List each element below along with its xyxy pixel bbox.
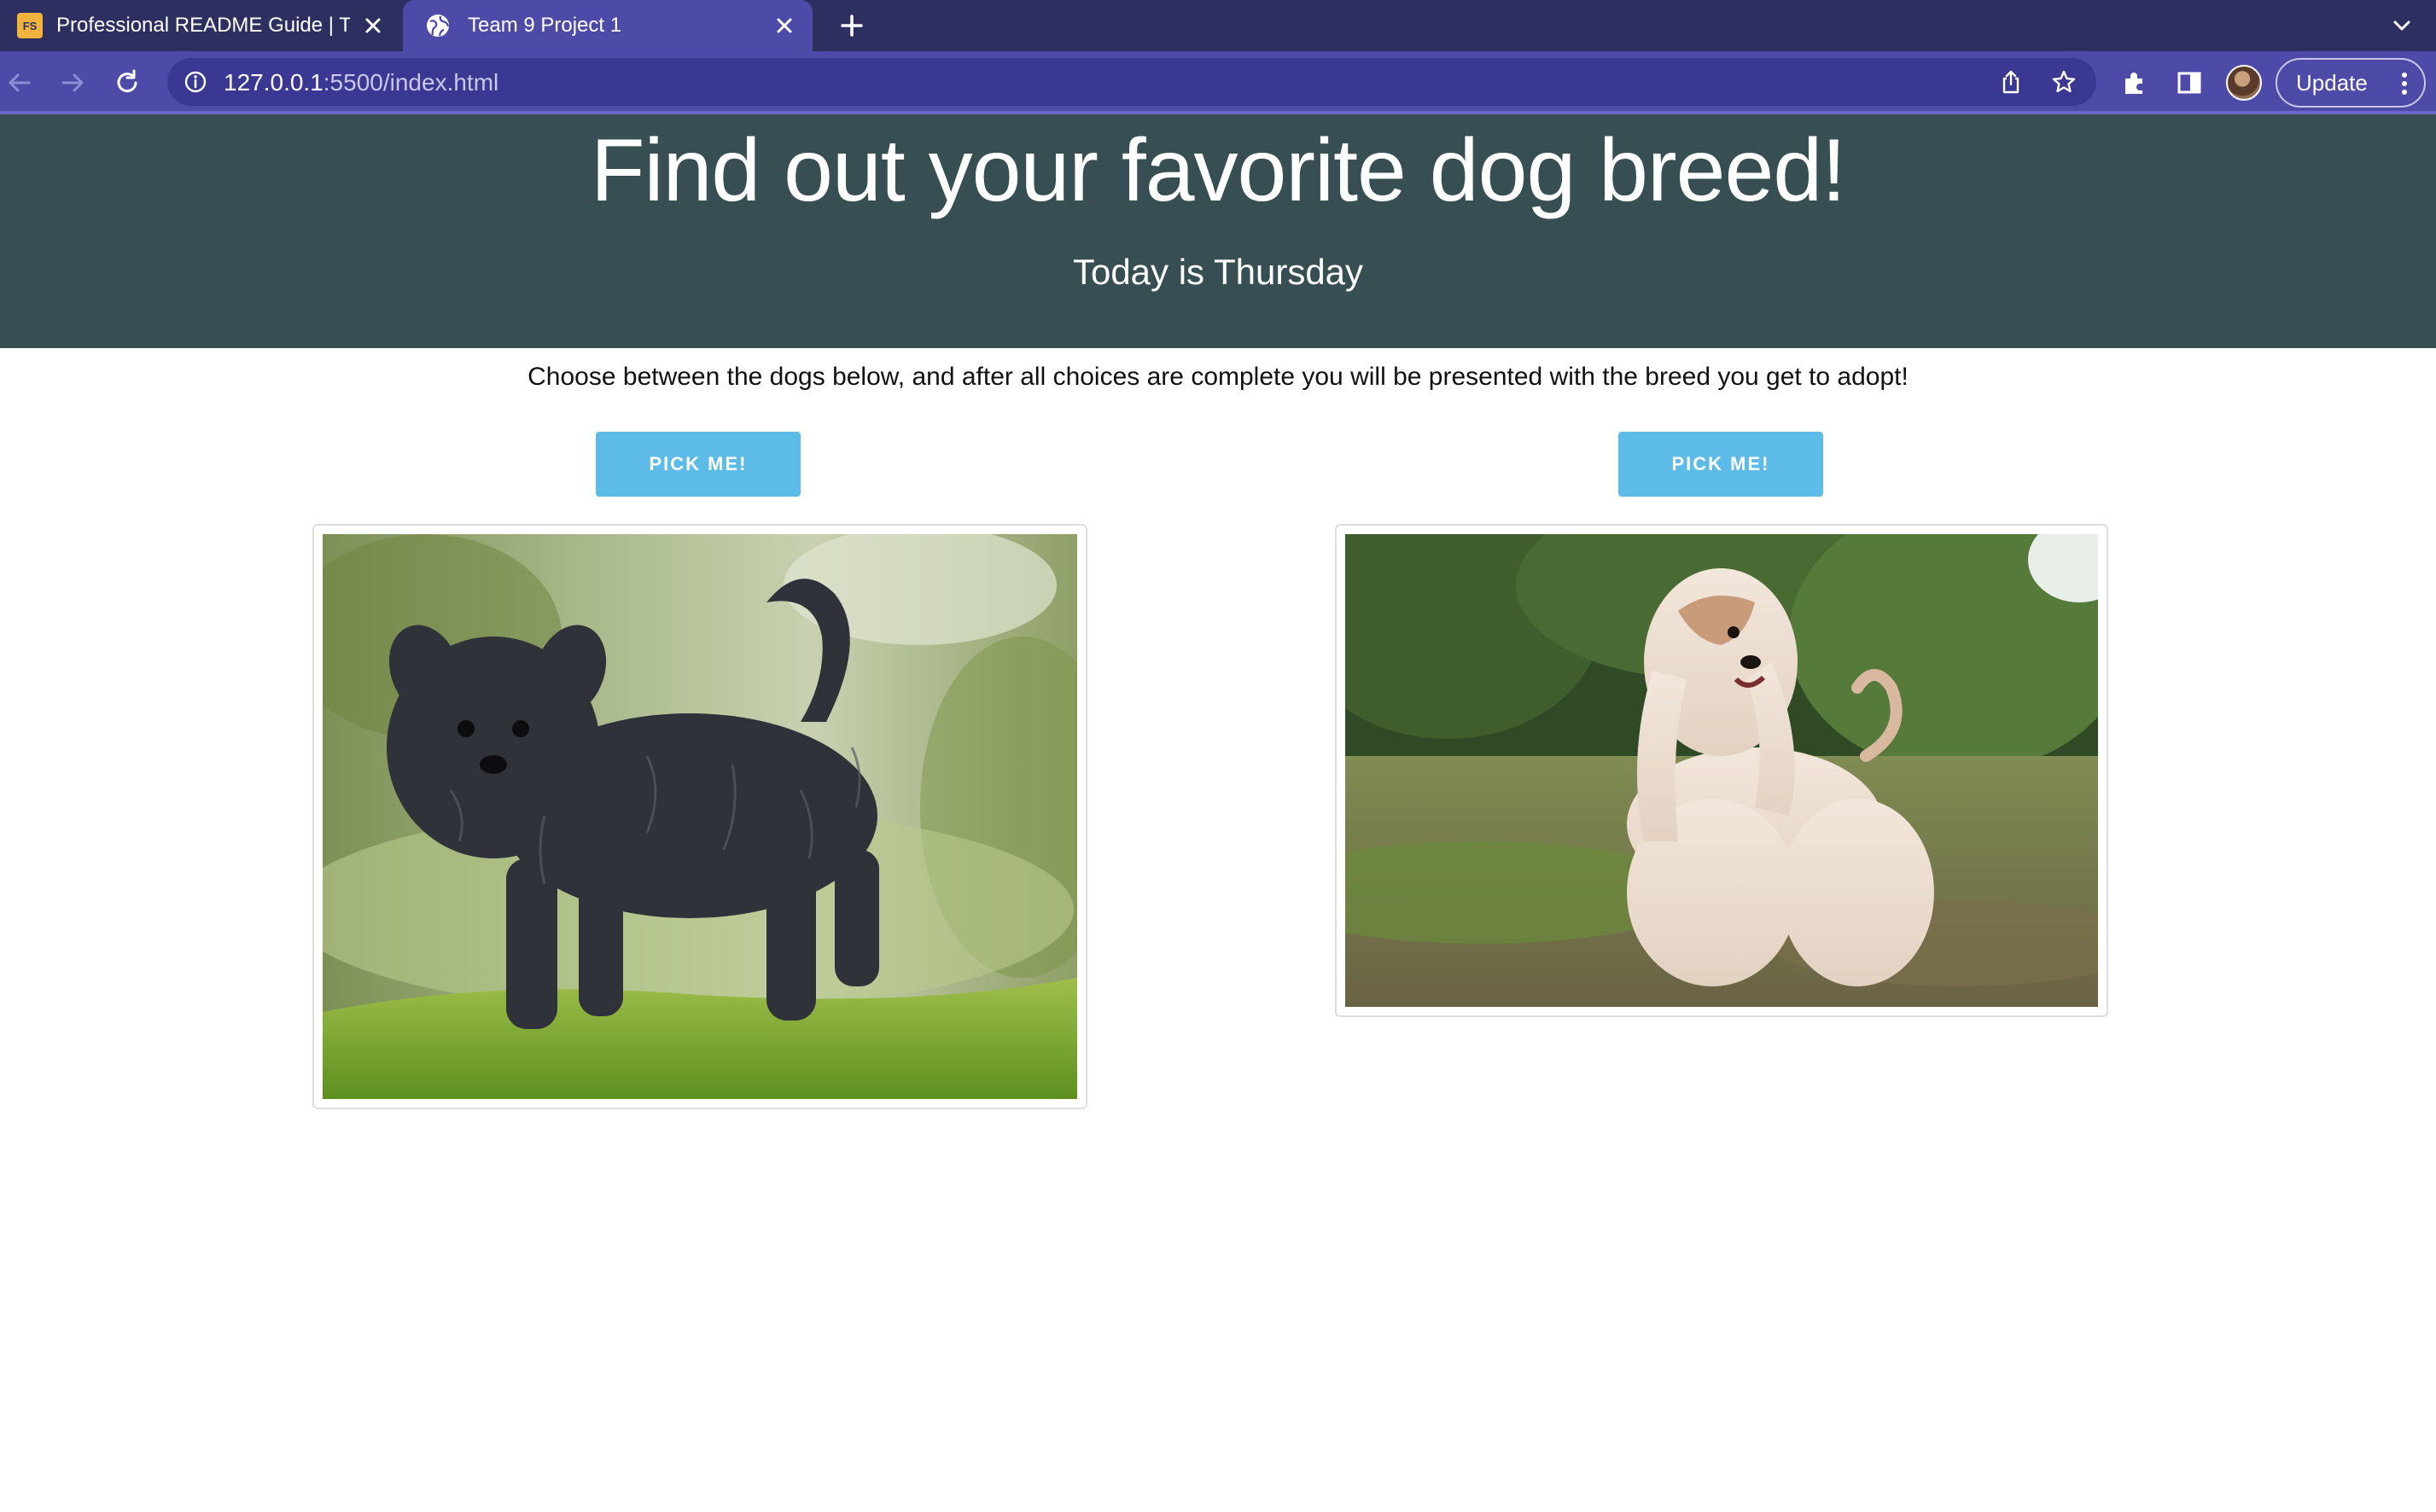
update-button[interactable]: Update xyxy=(2276,58,2426,108)
url-path: :5500/index.html xyxy=(323,69,499,96)
address-bar[interactable]: 127.0.0.1:5500/index.html xyxy=(167,58,2096,106)
afghan-hound-photo xyxy=(1345,534,2098,1007)
current-day-text: Today is Thursday xyxy=(1072,252,1364,292)
extensions-puzzle-icon[interactable] xyxy=(2118,67,2151,99)
fs-favicon-icon: FS xyxy=(17,13,43,38)
bookmark-star-icon[interactable] xyxy=(2050,68,2078,96)
info-icon[interactable] xyxy=(183,69,208,95)
more-vertical-icon[interactable] xyxy=(2400,72,2409,96)
tab-title: Professional README Guide | T xyxy=(56,14,350,37)
new-tab-plus-icon[interactable] xyxy=(835,9,869,43)
page-title: Find out your favorite dog breed! xyxy=(590,121,1846,220)
page-header: Find out your favorite dog breed! Today … xyxy=(0,114,2436,348)
chevron-down-icon[interactable] xyxy=(2386,10,2417,41)
browser-tab-bar: FS Professional README Guide | T Team 9 … xyxy=(0,0,2436,51)
dog-choice-card-right xyxy=(1335,524,2108,1017)
reload-icon[interactable] xyxy=(111,67,143,99)
url-host: 127.0.0.1 xyxy=(224,69,323,96)
share-icon[interactable] xyxy=(1997,68,2025,96)
back-arrow-icon[interactable] xyxy=(3,67,36,99)
globe-icon xyxy=(427,15,450,37)
forward-arrow-icon[interactable] xyxy=(56,67,89,99)
affenpinscher-photo xyxy=(323,534,1077,1099)
close-icon[interactable] xyxy=(360,13,386,38)
tab-readme-guide[interactable]: FS Professional README Guide | T xyxy=(0,0,401,51)
side-panel-icon[interactable] xyxy=(2173,67,2206,99)
close-icon[interactable] xyxy=(772,13,797,38)
browser-toolbar: 127.0.0.1:5500/index.html Update xyxy=(0,51,2436,114)
instructions-text: Choose between the dogs below, and after… xyxy=(527,363,1909,391)
pick-me-button-right[interactable]: PICK ME! xyxy=(1618,432,1823,497)
update-label: Update xyxy=(2296,69,2368,96)
pick-me-button-left[interactable]: PICK ME! xyxy=(596,432,801,497)
dog-choice-card-left xyxy=(312,524,1087,1109)
url-text: 127.0.0.1:5500/index.html xyxy=(224,69,498,96)
tab-title: Team 9 Project 1 xyxy=(468,14,622,37)
profile-avatar[interactable] xyxy=(2226,65,2262,101)
tab-team9-project[interactable]: Team 9 Project 1 xyxy=(403,0,813,51)
